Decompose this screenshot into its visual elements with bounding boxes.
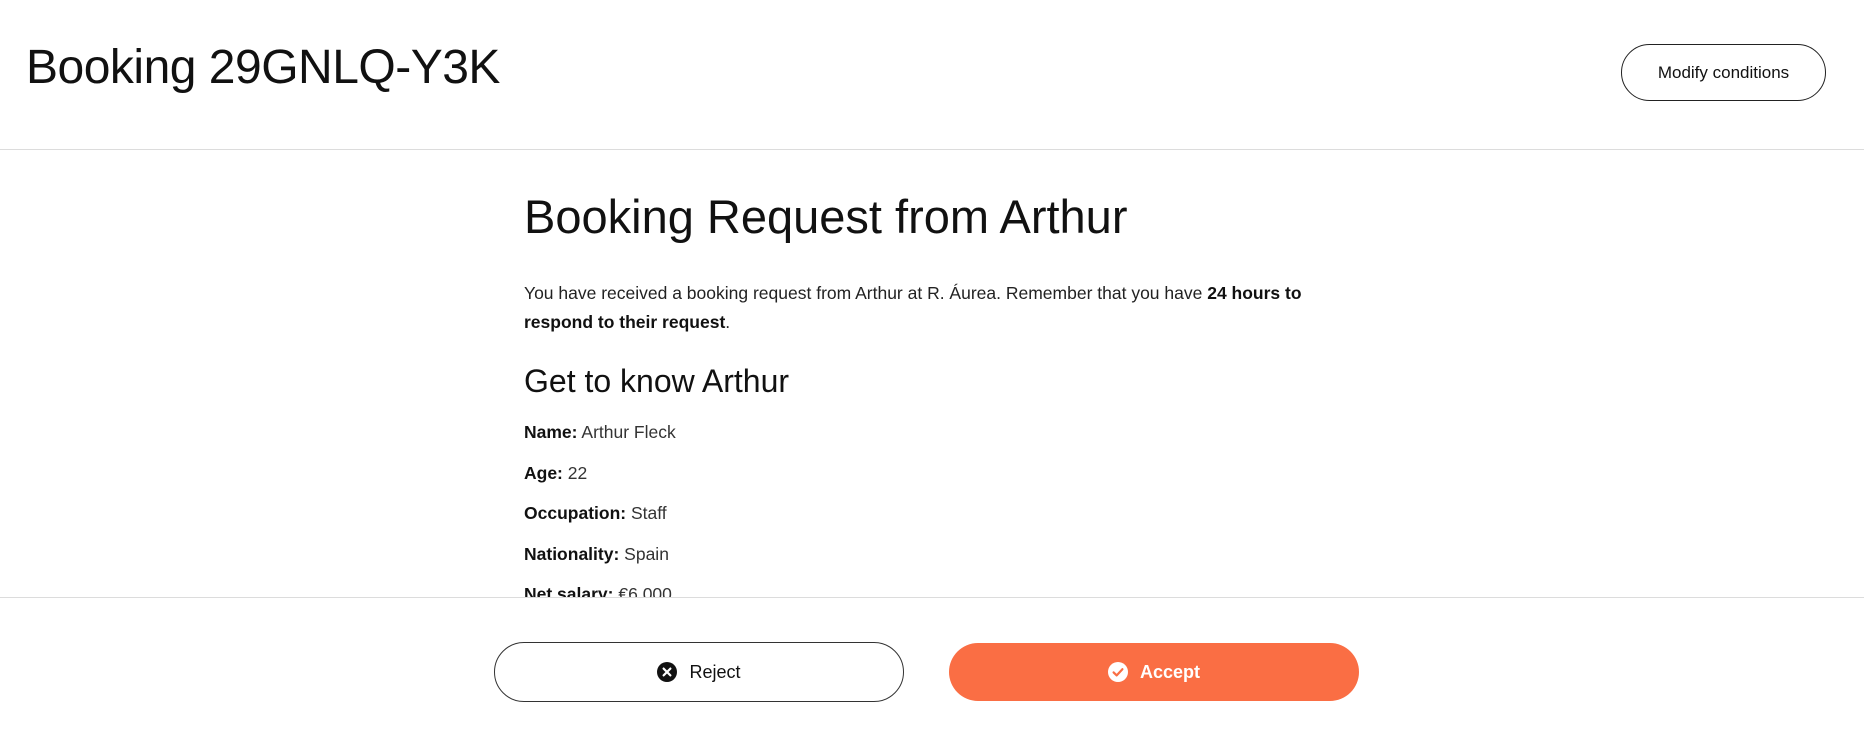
info-label: Nationality: — [524, 544, 620, 564]
info-value: Arthur Fleck — [581, 422, 676, 442]
section-title-get-to-know: Get to know Arthur — [524, 363, 790, 399]
reject-button[interactable]: Reject — [494, 642, 904, 702]
modify-conditions-button[interactable]: Modify conditions — [1621, 44, 1826, 101]
request-content[interactable]: Booking Request from Arthur You have rec… — [0, 151, 1864, 597]
info-label: Occupation: — [524, 503, 627, 523]
info-row-occupation: Occupation: Staff — [524, 501, 667, 525]
page-title: Booking 29GNLQ-Y3K — [26, 41, 500, 94]
request-title: Booking Request from Arthur — [524, 190, 1128, 243]
info-label: Name: — [524, 422, 578, 442]
intro-paragraph: You have received a booking request from… — [524, 279, 1334, 337]
action-footer: Reject Accept — [0, 597, 1864, 744]
x-circle-icon — [657, 662, 678, 682]
info-label: Net salary: — [524, 584, 614, 597]
info-value: Spain — [624, 544, 669, 564]
accept-label: Accept — [1139, 661, 1201, 682]
info-value: 22 — [567, 463, 588, 483]
info-row-nationality: Nationality: Spain — [524, 542, 669, 566]
info-row-age: Age: 22 — [524, 461, 587, 485]
reject-label: Reject — [689, 661, 741, 682]
info-label: Age: — [524, 463, 563, 483]
info-value: Staff — [630, 503, 667, 523]
check-circle-icon — [1107, 662, 1128, 682]
info-value: €6,000 — [618, 584, 672, 597]
page-header: Booking 29GNLQ-Y3K Modify conditions — [0, 0, 1864, 150]
info-row-net-salary: Net salary: €6,000 — [524, 582, 672, 597]
info-row-name: Name: Arthur Fleck — [524, 420, 676, 444]
intro-text: You have received a booking request from… — [524, 283, 1208, 303]
accept-button[interactable]: Accept — [949, 643, 1359, 701]
intro-end: . — [725, 312, 731, 332]
